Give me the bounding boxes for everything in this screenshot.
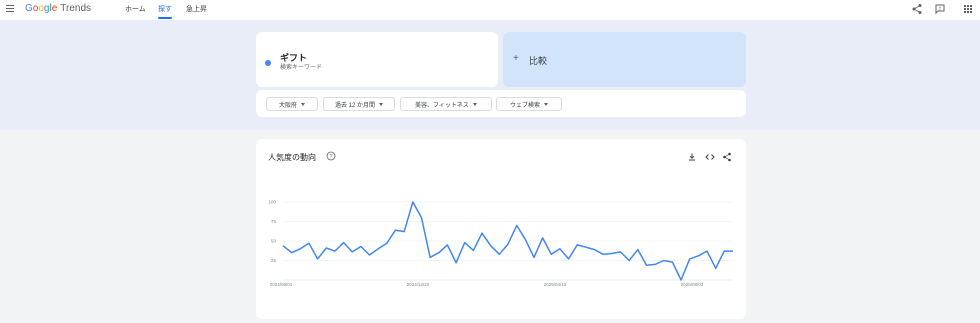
- search-type-filter[interactable]: ウェブ検索: [496, 97, 562, 111]
- top-app-bar: Google Trends ホーム 探す 急上昇: [0, 0, 980, 20]
- nav-explore[interactable]: 探す: [158, 4, 172, 14]
- apps-grid-icon[interactable]: [962, 3, 974, 15]
- google-trends-logo[interactable]: Google Trends: [25, 3, 91, 15]
- dropdown-arrow-icon: [544, 102, 548, 106]
- menu-icon[interactable]: [6, 5, 14, 12]
- y-tick-label: 25: [271, 258, 277, 263]
- y-tick-label: 50: [271, 239, 277, 244]
- share-icon[interactable]: [911, 3, 923, 15]
- nav-trending[interactable]: 急上昇: [186, 4, 207, 14]
- search-term-type: 検索キーワード: [280, 65, 323, 71]
- logo-trends-text: Trends: [60, 3, 92, 14]
- category-filter-label: 美容、フィットネス: [415, 102, 469, 109]
- y-tick-label: 100: [268, 200, 276, 205]
- x-tick-label: 2024/12/22: [407, 282, 430, 287]
- time-range-filter[interactable]: 過去 12 か月間: [323, 97, 395, 111]
- logo-letter: e: [51, 3, 58, 14]
- region-filter-label: 大阪府: [278, 102, 297, 109]
- dropdown-arrow-icon: [472, 102, 477, 106]
- x-tick-label: 2025/08/03: [681, 282, 704, 287]
- interest-line-chart: 25 50 75 100 2024/09/01 2024/12/22 2025/04/13 2…: [268, 200, 733, 287]
- logo-letter: G: [25, 3, 33, 14]
- x-tick-label: 2025/04/13: [544, 282, 567, 287]
- x-tick-label: 2024/09/01: [270, 282, 293, 287]
- category-filter[interactable]: 美容、フィットネス: [400, 97, 492, 111]
- compare-button[interactable]: + 比較: [503, 32, 746, 87]
- series-color-dot: [265, 60, 271, 66]
- filter-bar: 大阪府 過去 12 か月間 美容、フィットネス ウェブ検索: [256, 90, 746, 117]
- dropdown-arrow-icon: [301, 102, 305, 106]
- search-type-filter-label: ウェブ検索: [509, 102, 540, 109]
- plus-icon: +: [513, 53, 519, 64]
- compare-label: 比較: [529, 56, 548, 66]
- active-tab-indicator: [158, 17, 172, 19]
- region-filter[interactable]: 大阪府: [266, 97, 318, 111]
- feedback-icon[interactable]: [934, 3, 946, 15]
- search-term-card[interactable]: ギフト 検索キーワード: [256, 32, 498, 87]
- interest-over-time-card: 人気度の動向 ? 25 50 75 100 2024/09/01 2024/12/22 20…: [256, 139, 746, 319]
- dropdown-arrow-icon: [379, 102, 383, 106]
- time-range-filter-label: 過去 12 か月間: [334, 102, 375, 109]
- y-tick-label: 75: [271, 219, 277, 224]
- nav-home[interactable]: ホーム: [125, 4, 146, 14]
